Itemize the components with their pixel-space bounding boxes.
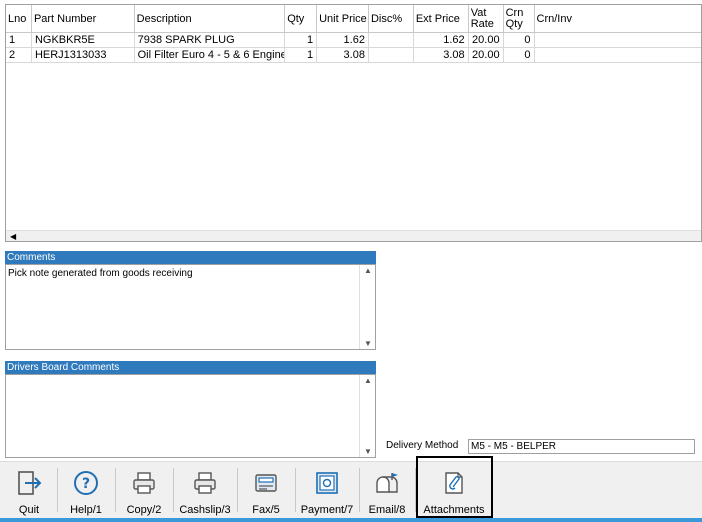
quit-button[interactable]: Quit [6,465,52,518]
grid-body: 1 NGKBKR5E 7938 SPARK PLUG 1 1.62 1.62 2… [6,33,701,63]
toolbar-divider [115,468,116,512]
cashslip-button[interactable]: Cashslip/3 [176,465,234,518]
col-header-unit-price[interactable]: Unit Price [317,5,369,33]
col-header-qty[interactable]: Qty [285,5,318,33]
payment-button[interactable]: Payment/7 [298,465,356,518]
toolbar-divider [295,468,296,512]
col-header-crn-line2: Qty [505,18,523,30]
toolbar-divider [237,468,238,512]
col-header-disc[interactable]: Disc% [369,5,414,33]
col-header-vat-line2: Rate [470,18,494,30]
cell-lno: 1 [6,33,32,47]
safe-icon [313,469,341,497]
cell-crn-qty: 0 [504,48,535,62]
cell-crn-inv [535,33,701,47]
cell-unit-price: 3.08 [317,48,369,62]
attachments-highlight-box [416,456,493,518]
fax-label: Fax/5 [252,504,280,516]
email-label: Email/8 [368,504,406,516]
toolbar-divider [57,468,58,512]
toolbar-divider [359,468,360,512]
delivery-method-label: Delivery Method [386,440,459,451]
cell-crn-qty: 0 [504,33,535,47]
comments-title: Comments [5,251,376,264]
drivers-board-comments-textarea[interactable]: ▲ ▼ [5,374,376,458]
copy-button[interactable]: Copy/2 [118,465,170,518]
line-items-grid[interactable]: Lno Part Number Description Qty Unit Pri… [5,4,702,242]
mailbox-icon [373,469,401,497]
delivery-method-field[interactable]: M5 - M5 - BELPER [468,439,695,454]
help-label: Help/1 [70,504,102,516]
cashslip-label: Cashslip/3 [179,504,231,516]
scroll-down-icon[interactable]: ▼ [364,339,372,348]
cell-qty: 1 [285,48,318,62]
cell-vat-rate: 20.00 [469,33,504,47]
scroll-left-icon[interactable]: ◀ [10,232,16,241]
fax-icon [252,469,280,497]
cell-description: Oil Filter Euro 4 - 5 & 6 Engine [135,48,286,62]
grid-header: Lno Part Number Description Qty Unit Pri… [6,5,701,33]
printer-icon [191,469,219,497]
cell-ext-price: 3.08 [414,48,469,62]
col-header-crn-inv[interactable]: Crn/Inv [535,5,701,33]
drivers-board-comments-title: Drivers Board Comments [5,361,376,374]
col-header-crn-qty[interactable]: Crn Qty [504,5,535,33]
cell-ext-price: 1.62 [414,33,469,47]
email-button[interactable]: Email/8 [362,465,412,518]
cell-crn-inv [535,48,701,62]
scroll-up-icon[interactable]: ▲ [364,376,372,385]
comments-scrollbar[interactable]: ▲ ▼ [359,265,375,349]
table-row[interactable]: 1 NGKBKR5E 7938 SPARK PLUG 1 1.62 1.62 2… [6,33,701,48]
svg-text:?: ? [82,476,90,492]
cell-lno: 2 [6,48,32,62]
cell-qty: 1 [285,33,318,47]
help-button[interactable]: ? Help/1 [60,465,112,518]
comments-textarea[interactable]: Pick note generated from goods receiving… [5,264,376,350]
col-header-part-number[interactable]: Part Number [32,5,135,33]
col-header-description[interactable]: Description [135,5,286,33]
col-header-lno[interactable]: Lno [6,5,32,33]
comments-text: Pick note generated from goods receiving [8,268,193,279]
horizontal-scrollbar[interactable]: ◀ [6,230,701,241]
cell-part-number: HERJ1313033 [32,48,135,62]
scroll-down-icon[interactable]: ▼ [364,447,372,456]
table-row[interactable]: 2 HERJ1313033 Oil Filter Euro 4 - 5 & 6 … [6,48,701,63]
col-header-ext-price[interactable]: Ext Price [414,5,469,33]
copy-label: Copy/2 [126,504,162,516]
col-header-vat-rate[interactable]: Vat Rate [469,5,504,33]
payment-label: Payment/7 [300,504,354,516]
quit-label: Quit [18,504,40,516]
bottom-toolbar: Quit ? Help/1 Copy/2 Cashslip/3 Fax/5 Pa… [0,461,702,522]
fax-button[interactable]: Fax/5 [240,465,292,518]
cell-disc [369,33,414,47]
drivers-scrollbar[interactable]: ▲ ▼ [359,375,375,457]
cell-description: 7938 SPARK PLUG [135,33,286,47]
printer-icon [130,469,158,497]
toolbar-divider [173,468,174,512]
bottom-accent-bar [0,518,702,522]
cell-disc [369,48,414,62]
exit-door-icon [15,469,43,497]
help-icon: ? [72,469,100,497]
scroll-up-icon[interactable]: ▲ [364,266,372,275]
cell-part-number: NGKBKR5E [32,33,135,47]
cell-vat-rate: 20.00 [469,48,504,62]
cell-unit-price: 1.62 [317,33,369,47]
